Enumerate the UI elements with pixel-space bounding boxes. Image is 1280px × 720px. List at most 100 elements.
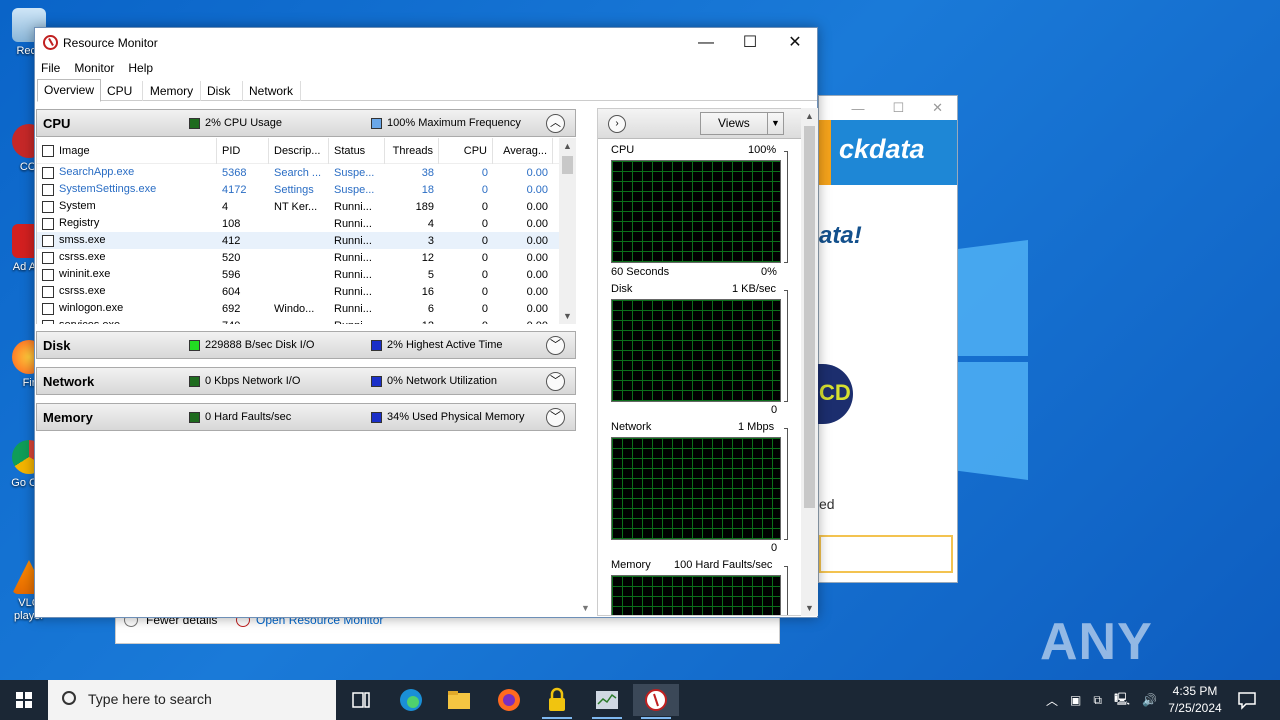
scroll-down-icon[interactable]: ▼ bbox=[559, 308, 576, 324]
table-row[interactable]: csrss.exe 520 Runni... 12 0 0.00 bbox=[37, 249, 576, 266]
notifications-button[interactable] bbox=[1236, 680, 1258, 720]
cell-pid: 108 bbox=[222, 217, 241, 230]
row-checkbox[interactable] bbox=[42, 234, 54, 247]
row-checkbox[interactable] bbox=[42, 183, 54, 196]
cell-text: csrss.exe bbox=[59, 285, 106, 298]
column-cpu[interactable]: CPU bbox=[439, 138, 493, 164]
table-row[interactable]: services.exe 740 Runni...1200.00 bbox=[37, 317, 576, 324]
collapse-chevron-up-icon[interactable]: ︿ bbox=[546, 114, 565, 133]
cell-status: Runni... bbox=[334, 285, 372, 298]
badge-logo: CD bbox=[813, 364, 853, 424]
resource-monitor-window[interactable]: Resource Monitor — ☐ ✕ File Monitor Help… bbox=[34, 27, 818, 618]
memory-section-header[interactable]: Memory 0 Hard Faults/sec 34% Used Physic… bbox=[36, 403, 576, 431]
pane-scroll-down-icon[interactable]: ▼ bbox=[581, 603, 590, 613]
scroll-thumb[interactable] bbox=[562, 156, 573, 174]
scroll-thumb[interactable] bbox=[804, 126, 815, 508]
row-checkbox[interactable] bbox=[42, 285, 54, 298]
background-app-window[interactable]: — ☐ ✕ ckdata ata! CD ed bbox=[813, 95, 958, 583]
notification-icon bbox=[1238, 692, 1256, 710]
cell-avg: 0.00 bbox=[526, 268, 548, 281]
row-checkbox[interactable] bbox=[42, 166, 54, 179]
table-row[interactable]: SearchApp.exe 5368 Search ... Suspe... 38 0 0.… bbox=[37, 164, 576, 181]
disk-graph-max: 1 KB/sec bbox=[732, 283, 777, 295]
taskbar-search-box[interactable]: Type here to search bbox=[48, 680, 336, 720]
cell-text: smss.exe bbox=[59, 234, 106, 247]
search-placeholder: Type here to search bbox=[88, 691, 212, 707]
cell-avg: 0.00 bbox=[493, 320, 553, 325]
row-checkbox[interactable] bbox=[42, 200, 54, 213]
menu-help[interactable]: Help bbox=[128, 61, 161, 75]
table-row[interactable]: Registry 108 Runni... 4 0 0.00 bbox=[37, 215, 576, 232]
tab-overview[interactable]: Overview bbox=[37, 79, 102, 102]
menu-monitor[interactable]: Monitor bbox=[74, 61, 122, 75]
table-row[interactable]: csrss.exe 604 Runni... 16 0 0.00 bbox=[37, 283, 576, 300]
table-row[interactable]: wininit.exe 596 Runni... 5 0 0.00 bbox=[37, 266, 576, 283]
column-image[interactable]: Image bbox=[37, 138, 217, 164]
network-graph-label: Network bbox=[611, 421, 652, 433]
dropdown-arrow-icon[interactable]: ▼ bbox=[767, 113, 783, 134]
row-checkbox[interactable] bbox=[42, 319, 54, 324]
input-box[interactable] bbox=[819, 535, 953, 573]
taskbar-edge[interactable] bbox=[388, 684, 434, 716]
legend-swatch bbox=[371, 339, 382, 351]
cell-pid: 604 bbox=[222, 285, 241, 298]
table-row[interactable]: winlogon.exe 692 Windo... Runni... 6 0 0.00 bbox=[37, 300, 576, 317]
tray-display-icon[interactable]: 🖳 bbox=[1114, 690, 1130, 711]
chevron-up-icon[interactable]: ︿ bbox=[1046, 692, 1058, 709]
select-all-checkbox[interactable] bbox=[42, 144, 54, 157]
taskbar-resource-monitor[interactable] bbox=[633, 684, 679, 719]
column-average[interactable]: Averag... bbox=[493, 138, 553, 164]
column-threads[interactable]: Threads bbox=[385, 138, 439, 164]
column-description[interactable]: Descrip... bbox=[269, 138, 329, 164]
column-status[interactable]: Status bbox=[329, 138, 385, 164]
table-row[interactable]: SystemSettings.exe 4172 Settings Suspe... 18… bbox=[37, 181, 576, 198]
cpu-graph-time: 60 Seconds bbox=[611, 266, 670, 278]
tab-disk[interactable]: Disk bbox=[201, 81, 244, 101]
tray-app-icon[interactable]: ▣ bbox=[1070, 693, 1081, 707]
cell-threads: 3 bbox=[427, 234, 434, 247]
views-dropdown[interactable]: Views ▼ bbox=[700, 112, 784, 135]
cell-image: winlogon.exe bbox=[37, 302, 217, 315]
close-button[interactable]: ✕ bbox=[772, 28, 818, 58]
scroll-up-icon[interactable]: ▲ bbox=[559, 138, 576, 154]
scroll-up-icon[interactable]: ▲ bbox=[801, 108, 818, 124]
cell-cpu: 0 bbox=[481, 234, 488, 247]
title-bar[interactable]: Resource Monitor — ☐ ✕ bbox=[35, 28, 817, 58]
volume-icon[interactable]: 🔊 bbox=[1142, 693, 1157, 707]
taskbar-task-manager[interactable] bbox=[584, 684, 630, 719]
network-section-header[interactable]: Network 0 Kbps Network I/O 0% Network Ut… bbox=[36, 367, 576, 395]
row-checkbox[interactable] bbox=[42, 217, 54, 230]
graphs-scrollbar[interactable]: ▲ ▼ bbox=[801, 108, 818, 616]
tab-network[interactable]: Network bbox=[243, 81, 302, 101]
disk-io-text: 229888 B/sec Disk I/O bbox=[205, 339, 315, 351]
row-checkbox[interactable] bbox=[42, 302, 54, 315]
column-pid[interactable]: PID bbox=[217, 138, 269, 164]
table-scrollbar[interactable]: ▲ ▼ bbox=[559, 138, 576, 324]
maximize-button[interactable]: ☐ bbox=[727, 28, 773, 58]
taskbar-firefox[interactable] bbox=[486, 684, 532, 716]
collapse-pane-arrow-icon[interactable]: › bbox=[608, 115, 626, 133]
expand-chevron-down-icon[interactable]: ﹀ bbox=[546, 372, 565, 391]
padlock-icon bbox=[549, 687, 565, 711]
taskbar-padlock-app[interactable] bbox=[534, 684, 580, 719]
table-row[interactable]: System 4 NT Ker... Runni... 189 0 0.00 bbox=[37, 198, 576, 215]
tab-memory[interactable]: Memory bbox=[143, 81, 202, 101]
legend-swatch bbox=[189, 375, 200, 387]
row-checkbox[interactable] bbox=[42, 251, 54, 264]
row-checkbox[interactable] bbox=[42, 268, 54, 281]
disk-section-header[interactable]: Disk 229888 B/sec Disk I/O 2% Highest Ac… bbox=[36, 331, 576, 359]
cell-avg: 0.00 bbox=[526, 217, 548, 230]
start-button[interactable] bbox=[0, 680, 48, 720]
task-view-button[interactable] bbox=[338, 684, 384, 716]
tray-network-icon[interactable]: ⧉ bbox=[1093, 693, 1102, 708]
menu-file[interactable]: File bbox=[41, 61, 68, 75]
expand-chevron-down-icon[interactable]: ﹀ bbox=[546, 408, 565, 427]
cpu-section-header[interactable]: CPU 2% CPU Usage 100% Maximum Frequency … bbox=[36, 109, 576, 137]
taskbar-file-explorer[interactable] bbox=[436, 684, 482, 716]
tab-cpu[interactable]: CPU bbox=[101, 81, 144, 101]
taskbar-clock[interactable]: 4:35 PM 7/25/2024 bbox=[1160, 683, 1230, 717]
table-row[interactable]: smss.exe 412 Runni... 3 0 0.00 bbox=[37, 232, 576, 249]
scroll-down-icon[interactable]: ▼ bbox=[801, 600, 818, 616]
expand-chevron-down-icon[interactable]: ﹀ bbox=[546, 336, 565, 355]
minimize-button[interactable]: — bbox=[683, 28, 729, 58]
